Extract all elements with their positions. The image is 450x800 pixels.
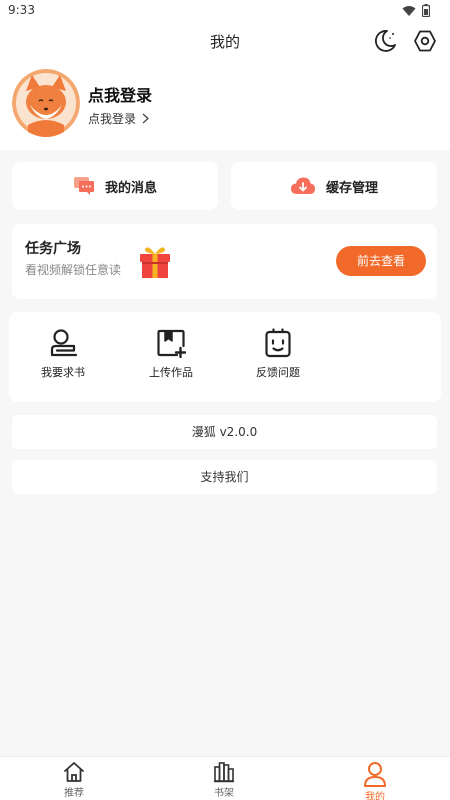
moon-icon[interactable] (372, 28, 398, 54)
my-messages-button[interactable]: 我的消息 (12, 162, 218, 210)
bottom-tab-bar: 推荐 书架 我的 (0, 756, 450, 800)
bookshelf-icon (214, 762, 234, 783)
tab-bookshelf-label: 书架 (214, 788, 234, 799)
tab-bookshelf[interactable]: 书架 (184, 761, 264, 799)
task-square-card: 任务广场 看视频解锁任意读 前去查看 (12, 224, 437, 299)
profile-section[interactable]: 点我登录 点我登录 (0, 62, 450, 150)
task-title: 任务广场 (25, 241, 81, 257)
upload-work-icon (157, 329, 186, 358)
support-us-row[interactable]: 支持我们 (12, 460, 437, 494)
login-link-label: 点我登录 (88, 112, 137, 126)
login-link[interactable]: 点我登录 (88, 110, 149, 127)
upload-work-label: 上传作品 (149, 366, 193, 379)
task-subtitle: 看视频解锁任意读 (25, 263, 122, 277)
request-book-icon (50, 329, 78, 357)
upload-work-button[interactable]: 上传作品 (121, 328, 221, 380)
go-view-button[interactable]: 前去查看 (336, 246, 426, 276)
cloud-download-icon (290, 177, 315, 194)
feedback-icon (265, 328, 291, 358)
battery-icon (422, 4, 430, 17)
user-icon (364, 762, 386, 787)
request-book-button[interactable]: 我要求书 (13, 328, 113, 380)
feedback-label: 反馈问题 (256, 366, 300, 379)
status-bar: 9:33 (0, 0, 450, 22)
version-row[interactable]: 漫狐 v2.0.0 (12, 415, 437, 449)
fox-avatar[interactable] (12, 69, 80, 137)
gift-icon (140, 247, 170, 278)
tab-mine-label: 我的 (365, 792, 385, 800)
tools-card: 我要求书 上传作品 反馈问题 (9, 312, 441, 402)
my-messages-label: 我的消息 (104, 180, 157, 196)
request-book-label: 我要求书 (41, 366, 85, 379)
feedback-button[interactable]: 反馈问题 (228, 328, 328, 380)
status-icons (402, 4, 430, 17)
status-time: 9:33 (8, 3, 35, 17)
home-icon (64, 762, 84, 782)
message-icon (73, 177, 94, 195)
tab-recommend-label: 推荐 (64, 788, 84, 799)
chevron-right-icon (142, 113, 149, 124)
cache-management-button[interactable]: 缓存管理 (231, 162, 437, 210)
tab-recommend[interactable]: 推荐 (34, 761, 114, 799)
cache-management-label: 缓存管理 (325, 180, 378, 196)
profile-name: 点我登录 (88, 86, 153, 105)
top-bar: 我的 (0, 22, 450, 62)
settings-icon[interactable] (412, 28, 438, 54)
tab-mine[interactable]: 我的 (335, 761, 415, 800)
wifi-icon (402, 5, 416, 16)
